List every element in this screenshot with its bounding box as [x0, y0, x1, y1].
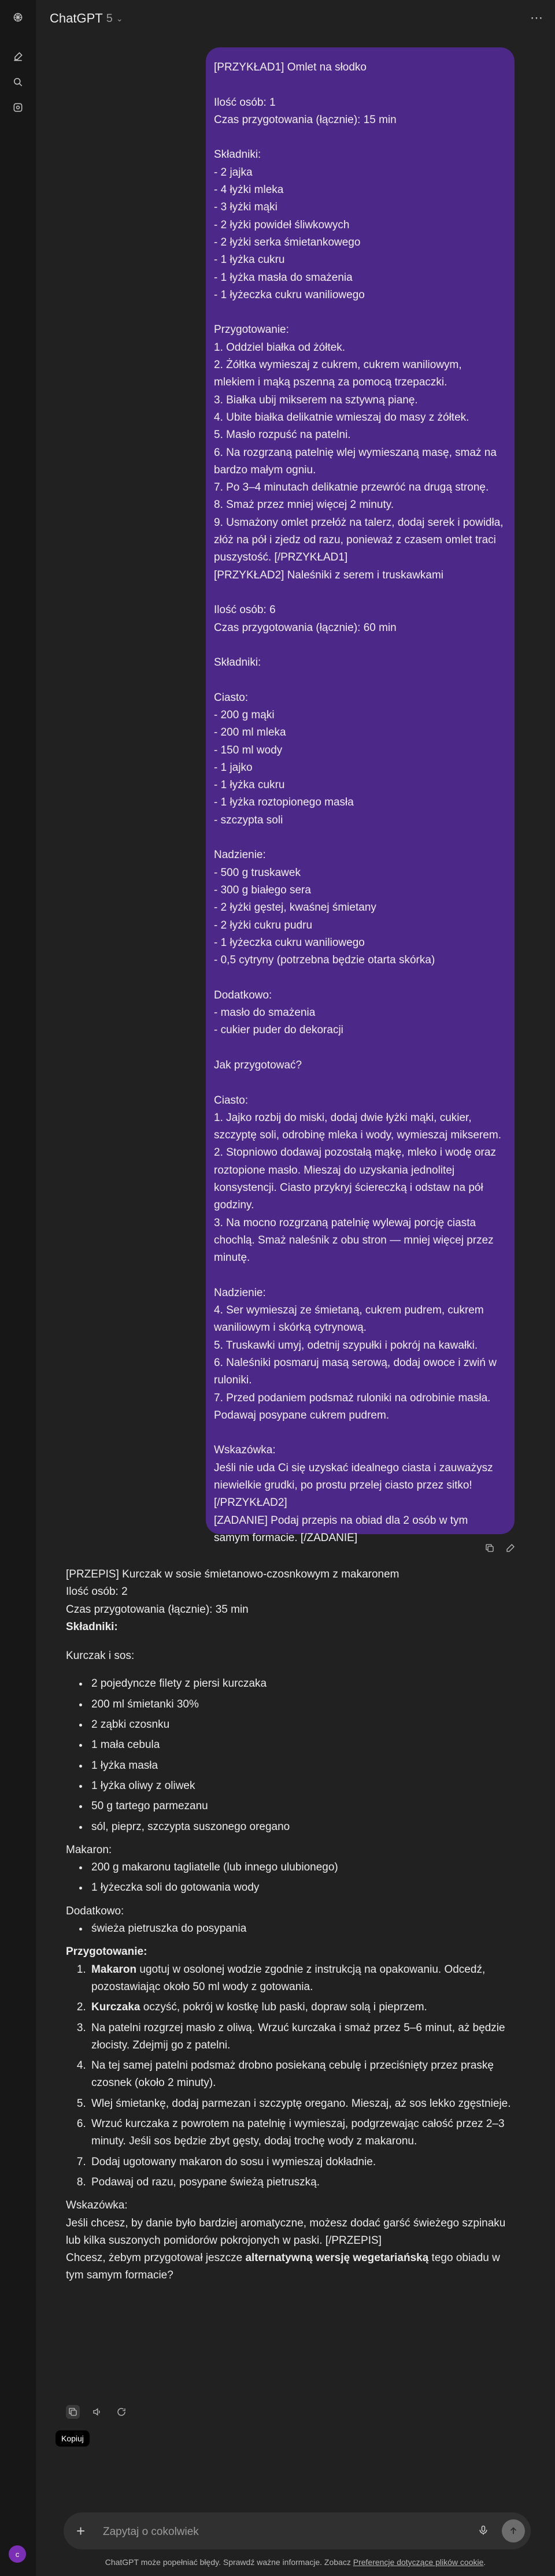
- servings: Ilość osób: 2: [66, 1586, 128, 1598]
- step-text: Wrzuć kurczaka z powrotem na patelnię i …: [91, 2118, 505, 2148]
- list-item: sól, pieprz, szczypta suszonego oregano: [89, 1818, 520, 1836]
- extra-list: świeża pietruszka do posypania: [66, 1920, 520, 1937]
- pasta-list: 200 g makaronu tagliatelle (lub innego u…: [66, 1859, 520, 1897]
- sauce-heading: Kurczak i sos:: [66, 1650, 135, 1662]
- new-chat-icon[interactable]: [10, 49, 26, 65]
- tip-text: Jeśli chcesz, by danie było bardziej aro…: [66, 2217, 506, 2247]
- step-keyword: Makaron: [91, 1963, 137, 1976]
- model-version: 5: [106, 12, 113, 25]
- step-item: Podawaj od razu, posypane świeżą pietrus…: [89, 2174, 520, 2191]
- question-text: Chcesz, żebym przygotował jeszcze: [66, 2252, 246, 2265]
- chevron-down-icon: ⌄: [116, 13, 123, 23]
- pasta-heading: Makaron:: [66, 1843, 112, 1856]
- question-bold: alternatywną wersję wegetariańską: [245, 2252, 429, 2265]
- step-text: Na tej samej patelni podsmaż drobno posi…: [91, 2059, 494, 2089]
- library-icon[interactable]: [10, 99, 26, 116]
- prep-time: Czas przygotowania (łącznie): 35 min: [66, 1603, 249, 1616]
- edit-icon[interactable]: [504, 1542, 517, 1554]
- regenerate-icon[interactable]: [114, 2405, 128, 2419]
- search-icon[interactable]: [10, 74, 26, 90]
- chatgpt-logo-icon[interactable]: [10, 9, 26, 25]
- ingredients-heading: Składniki:: [66, 1620, 118, 1633]
- footer-text: ChatGPT może popełniać błędy. Sprawdź wa…: [105, 2558, 353, 2567]
- user-message: [PRZYKŁAD1] Omlet na słodko Ilość osób: …: [206, 47, 515, 1544]
- step-item: Na tej samej patelni podsmaż drobno posi…: [89, 2057, 520, 2092]
- copy-icon[interactable]: [66, 2405, 80, 2419]
- step-item: Wlej śmietankę, dodaj parmezan i szczypt…: [89, 2095, 520, 2113]
- step-text: Wlej śmietankę, dodaj parmezan i szczypt…: [91, 2097, 511, 2110]
- step-item: Dodaj ugotowany makaron do sosu i wymies…: [89, 2154, 520, 2171]
- step-text: Podawaj od razu, posypane świeżą pietrus…: [91, 2176, 320, 2188]
- list-item: 1 łyżeczka soli do gotowania wody: [89, 1879, 520, 1896]
- step-item: Makaron ugotuj w osolonej wodzie zgodnie…: [89, 1961, 520, 1996]
- model-name: ChatGPT: [50, 11, 103, 25]
- prep-heading: Przygotowanie:: [66, 1946, 147, 1958]
- list-item: 200 g makaronu tagliatelle (lub innego u…: [89, 1859, 520, 1876]
- step-text: oczyść, pokrój w kostkę lub paski, dopra…: [140, 2001, 427, 2014]
- prompt-input[interactable]: [102, 2524, 428, 2540]
- copy-tooltip: Kopiuj: [56, 2430, 90, 2447]
- list-item: 50 g tartego parmezanu: [89, 1798, 520, 1815]
- model-switcher[interactable]: ChatGPT 5 ⌄: [50, 11, 123, 26]
- list-item: 2 ząbki czosnku: [89, 1716, 520, 1734]
- step-text: ugotuj w osolonej wodzie zgodnie z instr…: [91, 1963, 486, 1993]
- plus-icon[interactable]: +: [76, 2523, 85, 2538]
- recipe-title: [PRZEPIS] Kurczak w sosie śmietanowo-czo…: [66, 1568, 399, 1580]
- footer-end: .: [483, 2558, 486, 2567]
- tip-heading: Wskazówka:: [66, 2199, 128, 2212]
- speaker-icon[interactable]: [90, 2405, 104, 2419]
- voice-icon[interactable]: [502, 2519, 525, 2542]
- top-bar: ChatGPT 5 ⌄ ⋯: [36, 0, 555, 37]
- step-item: Wrzuć kurczaka z powrotem na patelnię i …: [89, 2115, 520, 2151]
- copy-icon[interactable]: [483, 1542, 496, 1554]
- list-item: 200 ml śmietanki 30%: [89, 1696, 520, 1713]
- sauce-list: 2 pojedyncze filety z piersi kurczaka 200…: [66, 1675, 520, 1835]
- avatar[interactable]: c: [9, 2545, 26, 2563]
- user-message-actions: [483, 1542, 517, 1554]
- list-item: świeża pietruszka do posypania: [89, 1920, 520, 1937]
- list-item: 2 pojedyncze filety z piersi kurczaka: [89, 1675, 520, 1692]
- steps-list: Makaron ugotuj w osolonej wodzie zgodnie…: [66, 1961, 520, 2192]
- step-text: Na patelni rozgrzej masło z oliwą. Wrzuć…: [91, 2021, 505, 2051]
- step-keyword: Kurczaka: [91, 2001, 140, 2014]
- mic-icon[interactable]: [478, 2524, 489, 2540]
- footer-disclaimer: ChatGPT może popełniać błędy. Sprawdź wa…: [36, 2558, 555, 2567]
- step-item: Kurczaka oczyść, pokrój w kostkę lub pas…: [89, 1999, 520, 2016]
- assistant-actions: [66, 2405, 128, 2419]
- extra-heading: Dodatkowo:: [66, 1905, 124, 1917]
- composer: +: [64, 2512, 531, 2549]
- list-item: 1 łyżka oliwy z oliwek: [89, 1777, 520, 1795]
- list-item: 1 łyżka masła: [89, 1757, 520, 1775]
- assistant-message: [PRZEPIS] Kurczak w sosie śmietanowo-czo…: [66, 1566, 520, 2285]
- sidebar-rail: c: [0, 0, 36, 2576]
- cookie-preferences-link[interactable]: Preferencje dotyczące plików cookie: [353, 2558, 484, 2567]
- follow-up-question: Chcesz, żebym przygotował jeszcze altern…: [66, 2250, 520, 2285]
- list-item: 1 mała cebula: [89, 1736, 520, 1754]
- step-item: Na patelni rozgrzej masło z oliwą. Wrzuć…: [89, 2020, 520, 2055]
- more-icon[interactable]: ⋯: [530, 10, 543, 25]
- step-text: Dodaj ugotowany makaron do sosu i wymies…: [91, 2155, 376, 2168]
